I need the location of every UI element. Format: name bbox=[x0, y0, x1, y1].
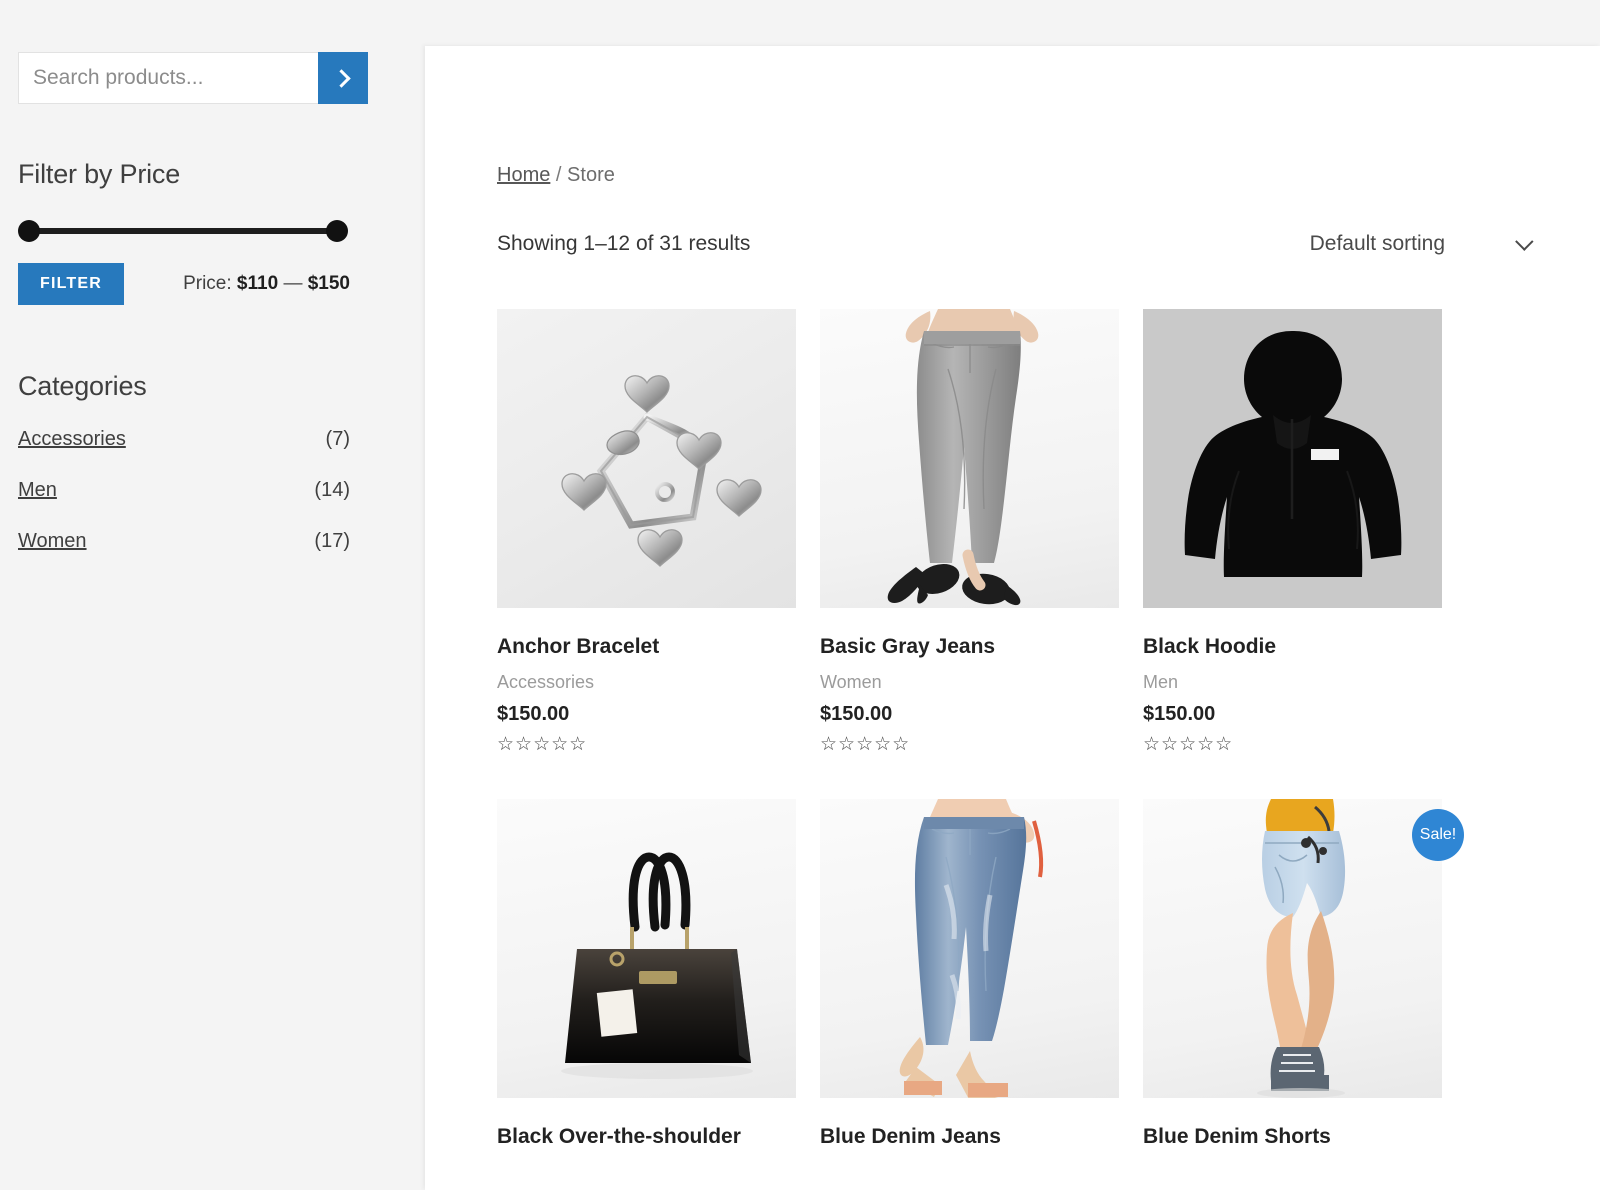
result-count-text: Showing 1–12 of 31 results bbox=[497, 232, 751, 255]
status-badge-sale: Sale! bbox=[1412, 809, 1464, 862]
product-thumbnail-blue-denim-jeans[interactable] bbox=[820, 799, 1119, 1099]
sidebar: Filter by Price FILTER Price: $110 — $15… bbox=[0, 0, 425, 1190]
blue-jeans-illustration bbox=[899, 799, 1044, 1099]
product-grid: Anchor Bracelet Accessories $150.00 ☆☆☆☆… bbox=[497, 309, 1528, 1190]
product-card: Basic Gray Jeans Women $150.00 ☆☆☆☆☆ bbox=[820, 309, 1119, 754]
sorting-selected-value: Default sorting bbox=[1309, 232, 1445, 255]
search-input[interactable] bbox=[18, 52, 318, 104]
price-min-value: $110 bbox=[236, 273, 279, 294]
product-rating-stars[interactable]: ☆☆☆☆☆ bbox=[1143, 735, 1442, 754]
list-item: Men (14) bbox=[18, 479, 350, 502]
product-thumbnail-basic-gray-jeans[interactable] bbox=[820, 309, 1119, 608]
shop-content-panel: Home / Store Showing 1–12 of 31 results … bbox=[425, 46, 1600, 1190]
product-title[interactable]: Black Hoodie bbox=[1143, 634, 1442, 660]
categories-title: Categories bbox=[18, 371, 147, 401]
price-filter-button[interactable]: FILTER bbox=[18, 263, 125, 305]
price-label-prefix: Price: bbox=[183, 273, 232, 294]
chevron-right-icon bbox=[331, 68, 351, 88]
bracelet-illustration bbox=[561, 375, 762, 567]
gray-jeans-illustration bbox=[887, 309, 1039, 606]
product-card: Sale! Blue Denim Shorts bbox=[1143, 799, 1464, 1162]
product-price: $150.00 bbox=[820, 703, 893, 726]
product-thumbnail-black-hoodie[interactable] bbox=[1143, 309, 1442, 608]
product-category: Men bbox=[1143, 672, 1179, 693]
product-card: Anchor Bracelet Accessories $150.00 ☆☆☆☆… bbox=[497, 309, 796, 754]
breadcrumb-current: Store bbox=[567, 164, 615, 186]
product-rating-stars[interactable]: ☆☆☆☆☆ bbox=[497, 735, 796, 754]
breadcrumb-home-link[interactable]: Home bbox=[497, 164, 550, 186]
category-count-accessories: (7) bbox=[325, 428, 350, 450]
category-list: Accessories (7) Men (14) Women (17) bbox=[18, 428, 350, 553]
product-search-form bbox=[18, 52, 368, 104]
product-price: $150.00 bbox=[497, 703, 570, 726]
results-toolbar: Showing 1–12 of 31 results Default sorti… bbox=[497, 231, 1534, 256]
product-card: Blue Denim Jeans bbox=[820, 799, 1119, 1162]
price-slider-handle-max[interactable] bbox=[326, 220, 348, 242]
search-submit-button[interactable] bbox=[318, 52, 368, 104]
sidebar-item-women[interactable]: Women bbox=[18, 530, 87, 553]
product-card: Black Hoodie Men $150.00 ☆☆☆☆☆ bbox=[1143, 309, 1442, 754]
product-title[interactable]: Basic Gray Jeans bbox=[820, 634, 1119, 660]
product-category: Women bbox=[820, 672, 882, 693]
filter-by-price-widget: Filter by Price FILTER Price: $110 — $15… bbox=[18, 159, 407, 305]
denim-shorts-illustration bbox=[1257, 799, 1346, 1099]
sidebar-item-men[interactable]: Men bbox=[18, 479, 57, 502]
product-category: Accessories bbox=[497, 672, 595, 693]
price-slider-track bbox=[28, 228, 338, 234]
price-filter-row: FILTER Price: $110 — $150 bbox=[18, 263, 350, 305]
price-max-value: $150 bbox=[307, 273, 350, 294]
price-range-slider[interactable] bbox=[18, 220, 348, 242]
chevron-down-icon bbox=[1515, 231, 1534, 251]
category-count-men: (14) bbox=[314, 479, 350, 501]
product-thumbnail-blue-denim-shorts[interactable] bbox=[1143, 799, 1442, 1099]
product-title[interactable]: Blue Denim Shorts bbox=[1143, 1124, 1442, 1150]
product-rating-stars[interactable]: ☆☆☆☆☆ bbox=[820, 735, 1119, 754]
price-slider-handle-min[interactable] bbox=[18, 220, 40, 242]
categories-widget: Categories Accessories (7) Men (14) Wome… bbox=[18, 371, 407, 553]
category-count-women: (17) bbox=[314, 530, 350, 552]
sidebar-item-accessories[interactable]: Accessories bbox=[18, 428, 126, 451]
product-price: $150.00 bbox=[1143, 703, 1216, 726]
filter-by-price-title: Filter by Price bbox=[18, 159, 181, 189]
product-thumbnail-black-over-the-shoulder[interactable] bbox=[497, 799, 796, 1099]
list-item: Women (17) bbox=[18, 530, 350, 553]
breadcrumb-separator: / bbox=[555, 164, 562, 186]
sorting-dropdown[interactable]: Default sorting bbox=[1309, 231, 1534, 256]
product-title[interactable]: Black Over-the-shoulder bbox=[497, 1124, 796, 1150]
breadcrumb: Home / Store bbox=[497, 46, 1528, 187]
product-title[interactable]: Blue Denim Jeans bbox=[820, 1124, 1119, 1150]
product-thumbnail-anchor-bracelet[interactable] bbox=[497, 309, 796, 608]
handbag-illustration bbox=[561, 852, 753, 1080]
product-card: Black Over-the-shoulder bbox=[497, 799, 796, 1162]
price-dash: — bbox=[283, 273, 303, 294]
price-range-label: Price: $110 — $150 bbox=[183, 273, 350, 295]
product-title[interactable]: Anchor Bracelet bbox=[497, 634, 796, 660]
hoodie-illustration bbox=[1184, 331, 1402, 577]
list-item: Accessories (7) bbox=[18, 428, 350, 451]
